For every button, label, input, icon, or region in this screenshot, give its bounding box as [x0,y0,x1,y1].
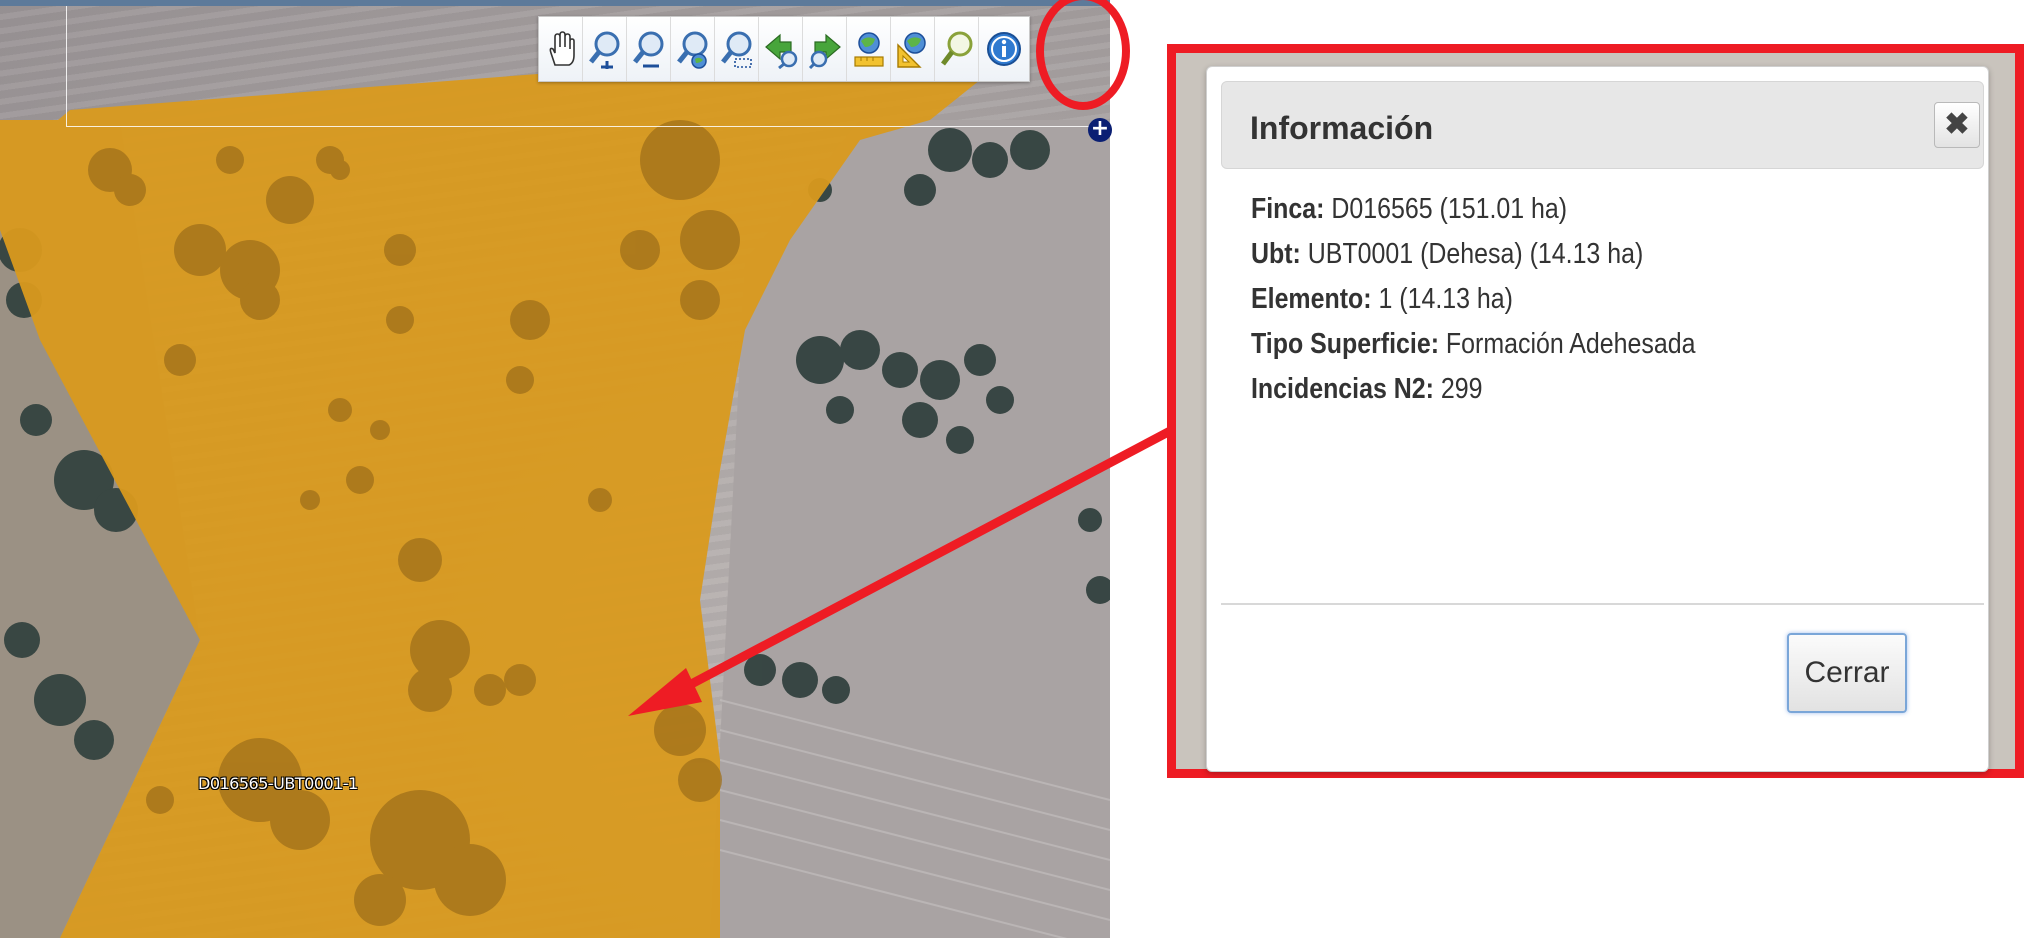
map-toolbar [538,16,1030,82]
expand-button[interactable]: + [1088,118,1112,142]
info-icon[interactable] [979,17,1029,81]
pan-hand-icon[interactable] [539,17,583,81]
zoom-box-icon[interactable] [715,17,759,81]
measure-distance-icon[interactable] [891,17,935,81]
previous-view-icon[interactable] [759,17,803,81]
info-row-ubt: Ubt: UBT0001 (Dehesa) (14.13 ha) [1251,232,1695,277]
info-row-tipo-superficie: Tipo Superficie: Formación Adehesada [1251,322,1695,367]
info-row-incidencias: Incidencias N2: 299 [1251,367,1695,412]
info-label: Tipo Superficie: [1251,328,1440,360]
info-value: 299 [1433,373,1483,405]
zoom-extent-icon[interactable] [671,17,715,81]
zoom-in-icon[interactable] [583,17,627,81]
info-value: UBT0001 (Dehesa) (14.13 ha) [1300,238,1644,270]
next-view-icon[interactable] [803,17,847,81]
zoom-out-icon[interactable] [627,17,671,81]
close-icon[interactable]: ✖ [1934,102,1980,148]
info-label: Ubt: [1251,238,1301,270]
measure-area-icon[interactable] [847,17,891,81]
dialog-header: Información ✖ [1221,81,1984,169]
info-row-finca: Finca: D016565 (151.01 ha) [1251,187,1695,232]
info-value: D016565 (151.01 ha) [1324,193,1568,225]
info-row-elemento: Elemento: 1 (14.13 ha) [1251,277,1695,322]
cerrar-button[interactable]: Cerrar [1787,633,1907,713]
dialog-divider [1221,603,1984,605]
aerial-imagery [0,40,1110,938]
search-icon[interactable] [935,17,979,81]
parcel-label: D016565-UBT0001-1 [198,774,358,793]
dialog-body: Finca: D016565 (151.01 ha) Ubt: UBT0001 … [1251,187,1695,412]
info-dialog: Información ✖ Finca: D016565 (151.01 ha)… [1206,66,1989,772]
dialog-title: Información [1250,110,1434,146]
info-label: Elemento: [1251,283,1372,315]
info-value: Formación Adehesada [1439,328,1696,360]
info-tool-highlight [1036,0,1130,110]
info-value: 1 (14.13 ha) [1371,283,1513,315]
info-label: Finca: [1251,193,1325,225]
info-label: Incidencias N2: [1251,373,1434,405]
map-view[interactable]: D016565-UBT0001-1 [0,0,1110,938]
